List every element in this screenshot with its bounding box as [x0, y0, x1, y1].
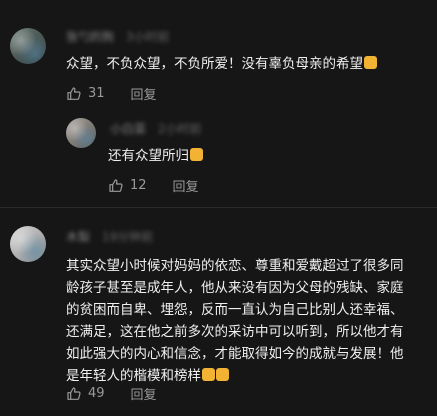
avatar[interactable] — [10, 226, 46, 262]
comment-text: 众望，不负众望，不负所爱！没有辜负母亲的希望 — [66, 53, 377, 75]
like-count: 12 — [130, 178, 147, 193]
thumbs-up-outline-icon[interactable] — [108, 178, 124, 194]
reply-button[interactable]: 回复 — [131, 384, 157, 403]
thumbs-up-emoji-icon — [216, 368, 229, 381]
comment-meta: 小白菜 2小时前 — [110, 120, 201, 137]
timestamp: 3小时前 — [125, 30, 170, 44]
thumbs-up-outline-icon[interactable] — [66, 386, 82, 402]
like-count: 31 — [88, 86, 105, 101]
comment-actions: 12 回复 — [108, 176, 199, 195]
timestamp: 2小时前 — [157, 122, 202, 136]
like-count: 49 — [88, 386, 105, 401]
divider — [0, 207, 437, 208]
username[interactable]: 小白菜 — [110, 120, 146, 137]
comment-actions: 49 回复 — [66, 384, 157, 403]
comment-actions: 31 回复 — [66, 84, 157, 103]
avatar[interactable] — [10, 28, 46, 64]
thumbs-up-emoji-icon — [364, 56, 377, 69]
thumbs-up-emoji-icon — [190, 148, 203, 161]
username[interactable]: 木梨 — [66, 228, 90, 245]
reply-button[interactable]: 回复 — [131, 84, 157, 103]
comment-meta: 张勺的狗 3小时前 — [66, 28, 169, 45]
username[interactable]: 张勺的狗 — [66, 28, 114, 45]
comment-text: 还有众望所归 — [108, 145, 203, 167]
thumbs-up-outline-icon[interactable] — [66, 86, 82, 102]
thumbs-up-emoji-icon — [202, 368, 215, 381]
timestamp: 19分钟前 — [101, 230, 154, 244]
comment-meta: 木梨 19分钟前 — [66, 228, 153, 245]
avatar[interactable] — [66, 118, 96, 148]
reply-button[interactable]: 回复 — [173, 176, 199, 195]
comment-text: 其实众望小时候对妈妈的依恋、尊重和爱戴超过了很多同 龄孩子甚至是成年人，他从来没… — [66, 258, 404, 384]
